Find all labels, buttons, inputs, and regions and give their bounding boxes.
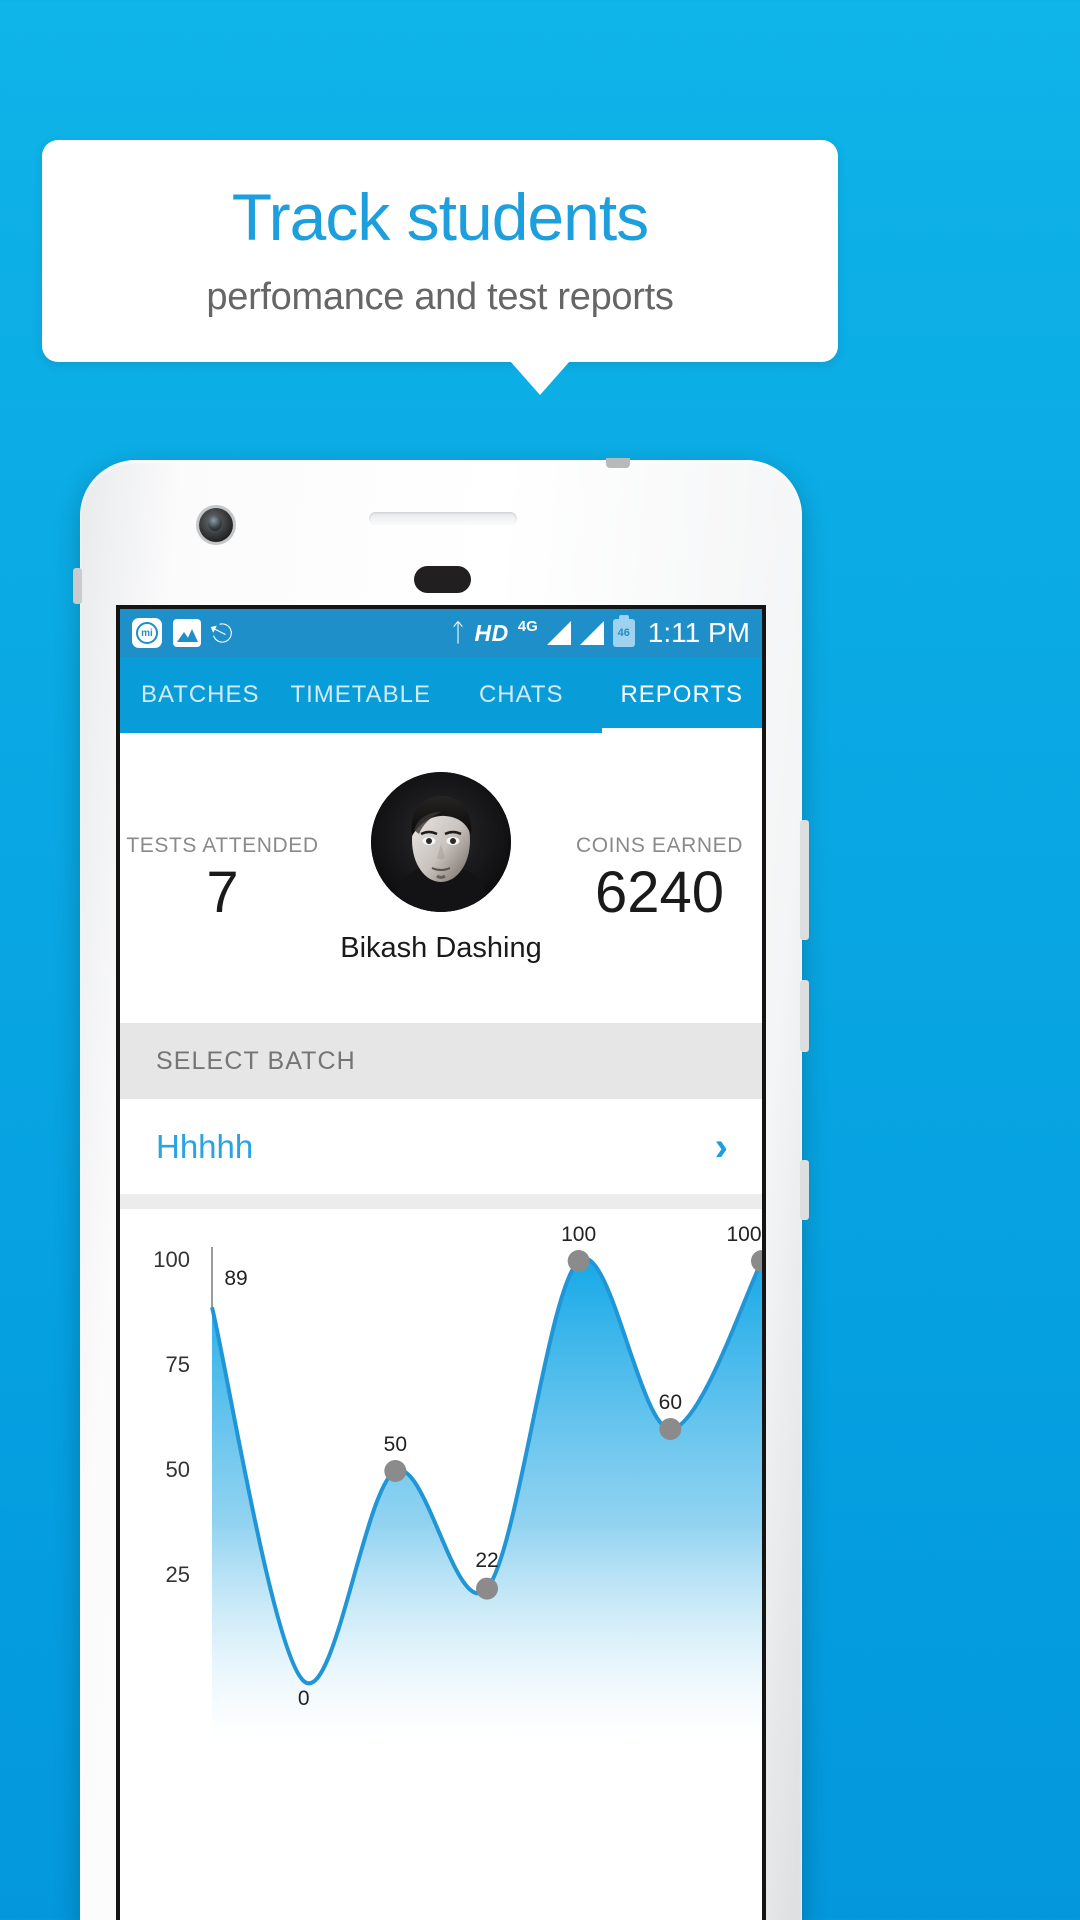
phone-screen: mi ⎋ ᛏ HD 4G 46 1:11 PM BATCHES TIMETABL… — [116, 605, 766, 1920]
promo-callout: Track students perfomance and test repor… — [42, 140, 838, 362]
chart-y-tick-label: 25 — [165, 1562, 190, 1587]
callout-tail — [510, 361, 570, 395]
promo-title: Track students — [231, 179, 649, 254]
status-bar-clock: 1:11 PM — [647, 617, 750, 648]
battery-icon: 46 — [612, 615, 635, 647]
profile-summary: TESTS ATTENDED 7 Bikash Dashing COINS EA… — [120, 733, 762, 1023]
chart-data-point[interactable] — [751, 1250, 766, 1272]
chart-point-label: 60 — [658, 1391, 683, 1414]
tests-attended-value: 7 — [206, 860, 239, 925]
signal-bars-icon-2 — [579, 621, 604, 645]
tab-chats[interactable]: CHATS — [441, 681, 602, 709]
tests-attended-stat: TESTS ATTENDED 7 — [120, 834, 325, 922]
chart-y-tick-label: 75 — [165, 1352, 190, 1377]
chart-point-label: 22 — [475, 1548, 499, 1572]
4g-network-icon: 4G — [517, 617, 538, 635]
status-bar-left-icons: mi ⎋ — [132, 615, 237, 651]
volume-button[interactable] — [800, 820, 809, 940]
chart-point-label: 89 — [224, 1267, 248, 1290]
tab-timetable[interactable]: TIMETABLE — [281, 681, 442, 709]
chart-y-tick-label: 50 — [165, 1457, 190, 1482]
avatar — [371, 771, 511, 912]
tab-batches[interactable]: BATCHES — [120, 681, 281, 709]
hd-voice-icon: HD — [474, 619, 509, 646]
chart-y-tick-label: 100 — [153, 1247, 190, 1272]
status-bar: mi ⎋ ᛏ HD 4G 46 1:11 PM — [120, 609, 762, 657]
avatar-portrait — [371, 771, 511, 912]
proximity-sensor — [414, 566, 471, 593]
chart-point-label: 50 — [383, 1433, 408, 1456]
camera-lens-icon — [208, 515, 222, 531]
signal-bars-icon — [546, 621, 571, 645]
chevron-right-icon: › — [714, 1124, 728, 1169]
coins-earned-stat: COINS EARNED 6240 — [557, 834, 762, 922]
left-side-button[interactable] — [73, 568, 82, 604]
promo-subtitle: perfomance and test reports — [206, 275, 674, 318]
tab-bar: BATCHES TIMETABLE CHATS REPORTS — [120, 657, 762, 733]
chart-data-point[interactable] — [659, 1418, 682, 1440]
power-button[interactable] — [800, 980, 809, 1052]
usb-debugging-icon: ⎋ — [207, 615, 237, 651]
phone-antenna-nub — [606, 458, 630, 468]
bluetooth-icon: ᛏ — [450, 618, 466, 647]
select-batch-header: SELECT BATCH — [120, 1023, 762, 1099]
profile-name: Bikash Dashing — [340, 931, 542, 964]
chart-canvas — [210, 1247, 766, 1741]
tab-reports[interactable]: REPORTS — [602, 681, 763, 709]
tests-attended-label: TESTS ATTENDED — [126, 834, 319, 857]
performance-chart: 100 75 50 25 89 0 50 22 100 60 100 — [120, 1209, 762, 1749]
selected-batch-name: Hhhhh — [156, 1127, 254, 1165]
side-button[interactable] — [800, 1160, 809, 1220]
chart-data-point[interactable] — [476, 1577, 498, 1600]
phone-mockup: mi ⎋ ᛏ HD 4G 46 1:11 PM BATCHES TIMETABL… — [73, 458, 809, 1920]
coins-earned-value: 6240 — [594, 860, 725, 925]
chart-data-point[interactable] — [384, 1460, 407, 1482]
front-camera-icon — [199, 508, 233, 542]
chart-point-label: 100 — [561, 1223, 597, 1246]
status-bar-right-icons: ᛏ HD 4G 46 1:11 PM — [450, 615, 750, 649]
gallery-icon — [173, 619, 201, 647]
profile-avatar-block: Bikash Dashing — [325, 771, 557, 965]
chart-point-label: 0 — [297, 1687, 310, 1710]
batch-selector-row[interactable]: Hhhhh › — [120, 1099, 762, 1195]
earpiece-speaker — [369, 512, 517, 525]
chart-data-point[interactable] — [567, 1250, 590, 1272]
chart-point-label: 100 — [726, 1223, 762, 1246]
section-divider — [120, 1195, 762, 1209]
coins-earned-label: COINS EARNED — [575, 834, 744, 857]
mi-app-icon: mi — [132, 618, 162, 648]
